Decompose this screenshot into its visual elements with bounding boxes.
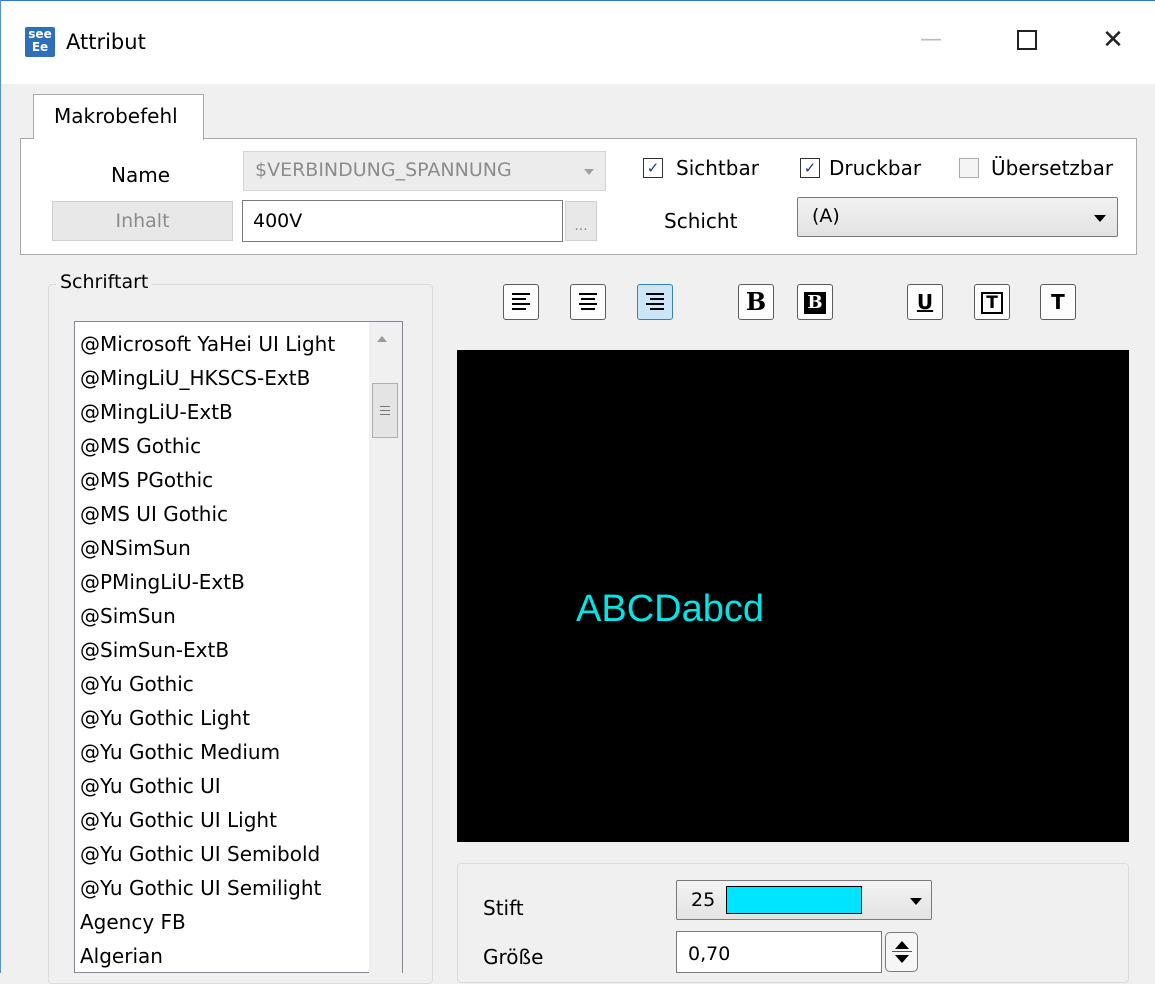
chevron-down-icon [584,169,594,175]
underline-icon: U [916,290,934,314]
app-icon-text-top: see [28,27,52,41]
layer-dropdown[interactable]: (A) [797,197,1118,237]
list-item[interactable]: @PMingLiU-ExtB [80,570,245,594]
list-item[interactable]: @SimSun-ExtB [80,638,229,662]
name-label: Name [111,163,171,187]
content-button[interactable]: Inhalt [52,201,233,241]
visible-label: Sichtbar [676,156,759,180]
content-input[interactable]: 400V [242,200,563,242]
minimize-icon: — [920,27,942,52]
align-left-button[interactable] [503,284,539,320]
size-spinner[interactable] [885,932,918,972]
translatable-checkbox[interactable] [959,158,979,178]
align-right-button[interactable] [637,284,673,320]
bold-button[interactable]: B [738,284,774,320]
printable-checkbox[interactable]: ✓ [800,158,820,178]
maximize-button[interactable] [999,18,1055,62]
content-input-value: 400V [253,210,303,232]
scrollbar-thumb[interactable] [372,383,398,438]
underline-button[interactable]: U [907,284,943,320]
name-combo: $VERBINDUNG_SPANNUNG [243,151,606,191]
list-item[interactable]: @MS Gothic [80,434,201,458]
list-item[interactable]: @Yu Gothic UI Semibold [80,842,320,866]
chevron-down-icon [1094,215,1106,222]
name-combo-value: $VERBINDUNG_SPANNUNG [255,159,512,181]
bold-icon: B [745,287,767,316]
tab-label: Makrobefehl [54,104,178,128]
bold-inverse-button[interactable]: B [797,284,833,320]
list-item[interactable]: @Yu Gothic UI Semilight [80,876,321,900]
list-item[interactable]: @MS PGothic [80,468,213,492]
preview-text: ABCDabcd [576,588,764,630]
size-label: Größe [483,945,544,969]
chevron-down-icon [910,898,922,905]
list-item[interactable]: Algerian [80,944,163,968]
window-border [0,0,1155,1]
font-group-legend: Schriftart [56,271,153,293]
pen-value: 25 [691,889,716,911]
scroll-up-icon[interactable] [377,336,387,342]
font-list[interactable]: @Microsoft YaHei UI Light @MingLiU_HKSCS… [74,321,403,973]
list-item[interactable]: @Yu Gothic UI Light [80,808,277,832]
minimize-button[interactable]: — [903,18,959,62]
size-value: 0,70 [688,943,731,965]
window-title: Attribut [66,30,146,54]
framed-text-button[interactable]: T [974,284,1010,320]
ellipsis-button[interactable]: ... [565,201,597,241]
pen-label: Stift [483,896,524,920]
maximize-icon [1017,30,1037,50]
list-item[interactable]: Agency FB [80,910,186,934]
plain-text-button[interactable]: T [1040,284,1076,320]
translatable-label: Übersetzbar [991,156,1114,180]
printable-label: Druckbar [829,156,922,180]
list-item[interactable]: @Yu Gothic [80,672,194,696]
list-item[interactable]: @SimSun [80,604,176,628]
app-icon-text-bottom: Ee [31,40,49,54]
tab-join [33,139,203,141]
list-item[interactable]: @MS UI Gothic [80,502,228,526]
visible-checkbox[interactable]: ✓ [643,158,663,178]
spin-up-icon[interactable] [895,941,909,949]
list-item[interactable]: @Microsoft YaHei UI Light [80,332,335,356]
grip-line [380,414,390,415]
window-border-left [0,0,1,973]
list-item[interactable]: @NSimSun [80,536,191,560]
size-input[interactable]: 0,70 [676,931,882,973]
spin-down-icon[interactable] [895,955,909,963]
pen-color-swatch [726,886,862,914]
close-icon: ✕ [1102,25,1124,55]
list-item[interactable]: @Yu Gothic Medium [80,740,280,764]
layer-dropdown-value: (A) [812,205,840,227]
align-center-button[interactable] [570,284,606,320]
list-item[interactable]: @Yu Gothic UI [80,774,221,798]
layer-label: Schicht [664,209,738,233]
plain-text-icon: T [1051,290,1065,314]
text-preview [457,350,1129,842]
framed-text-icon: T [975,285,1009,319]
spinner-divider [892,951,912,952]
bold-inverse-icon: B [798,285,832,319]
list-item[interactable]: @MingLiU_HKSCS-ExtB [80,366,310,390]
list-item[interactable]: @MingLiU-ExtB [80,400,233,424]
grip-line [380,410,390,411]
grip-line [380,406,390,407]
app-icon: see Ee [25,27,55,57]
title-bar [0,0,1155,84]
close-button[interactable]: ✕ [1085,18,1141,62]
list-item[interactable]: @Yu Gothic Light [80,706,250,730]
